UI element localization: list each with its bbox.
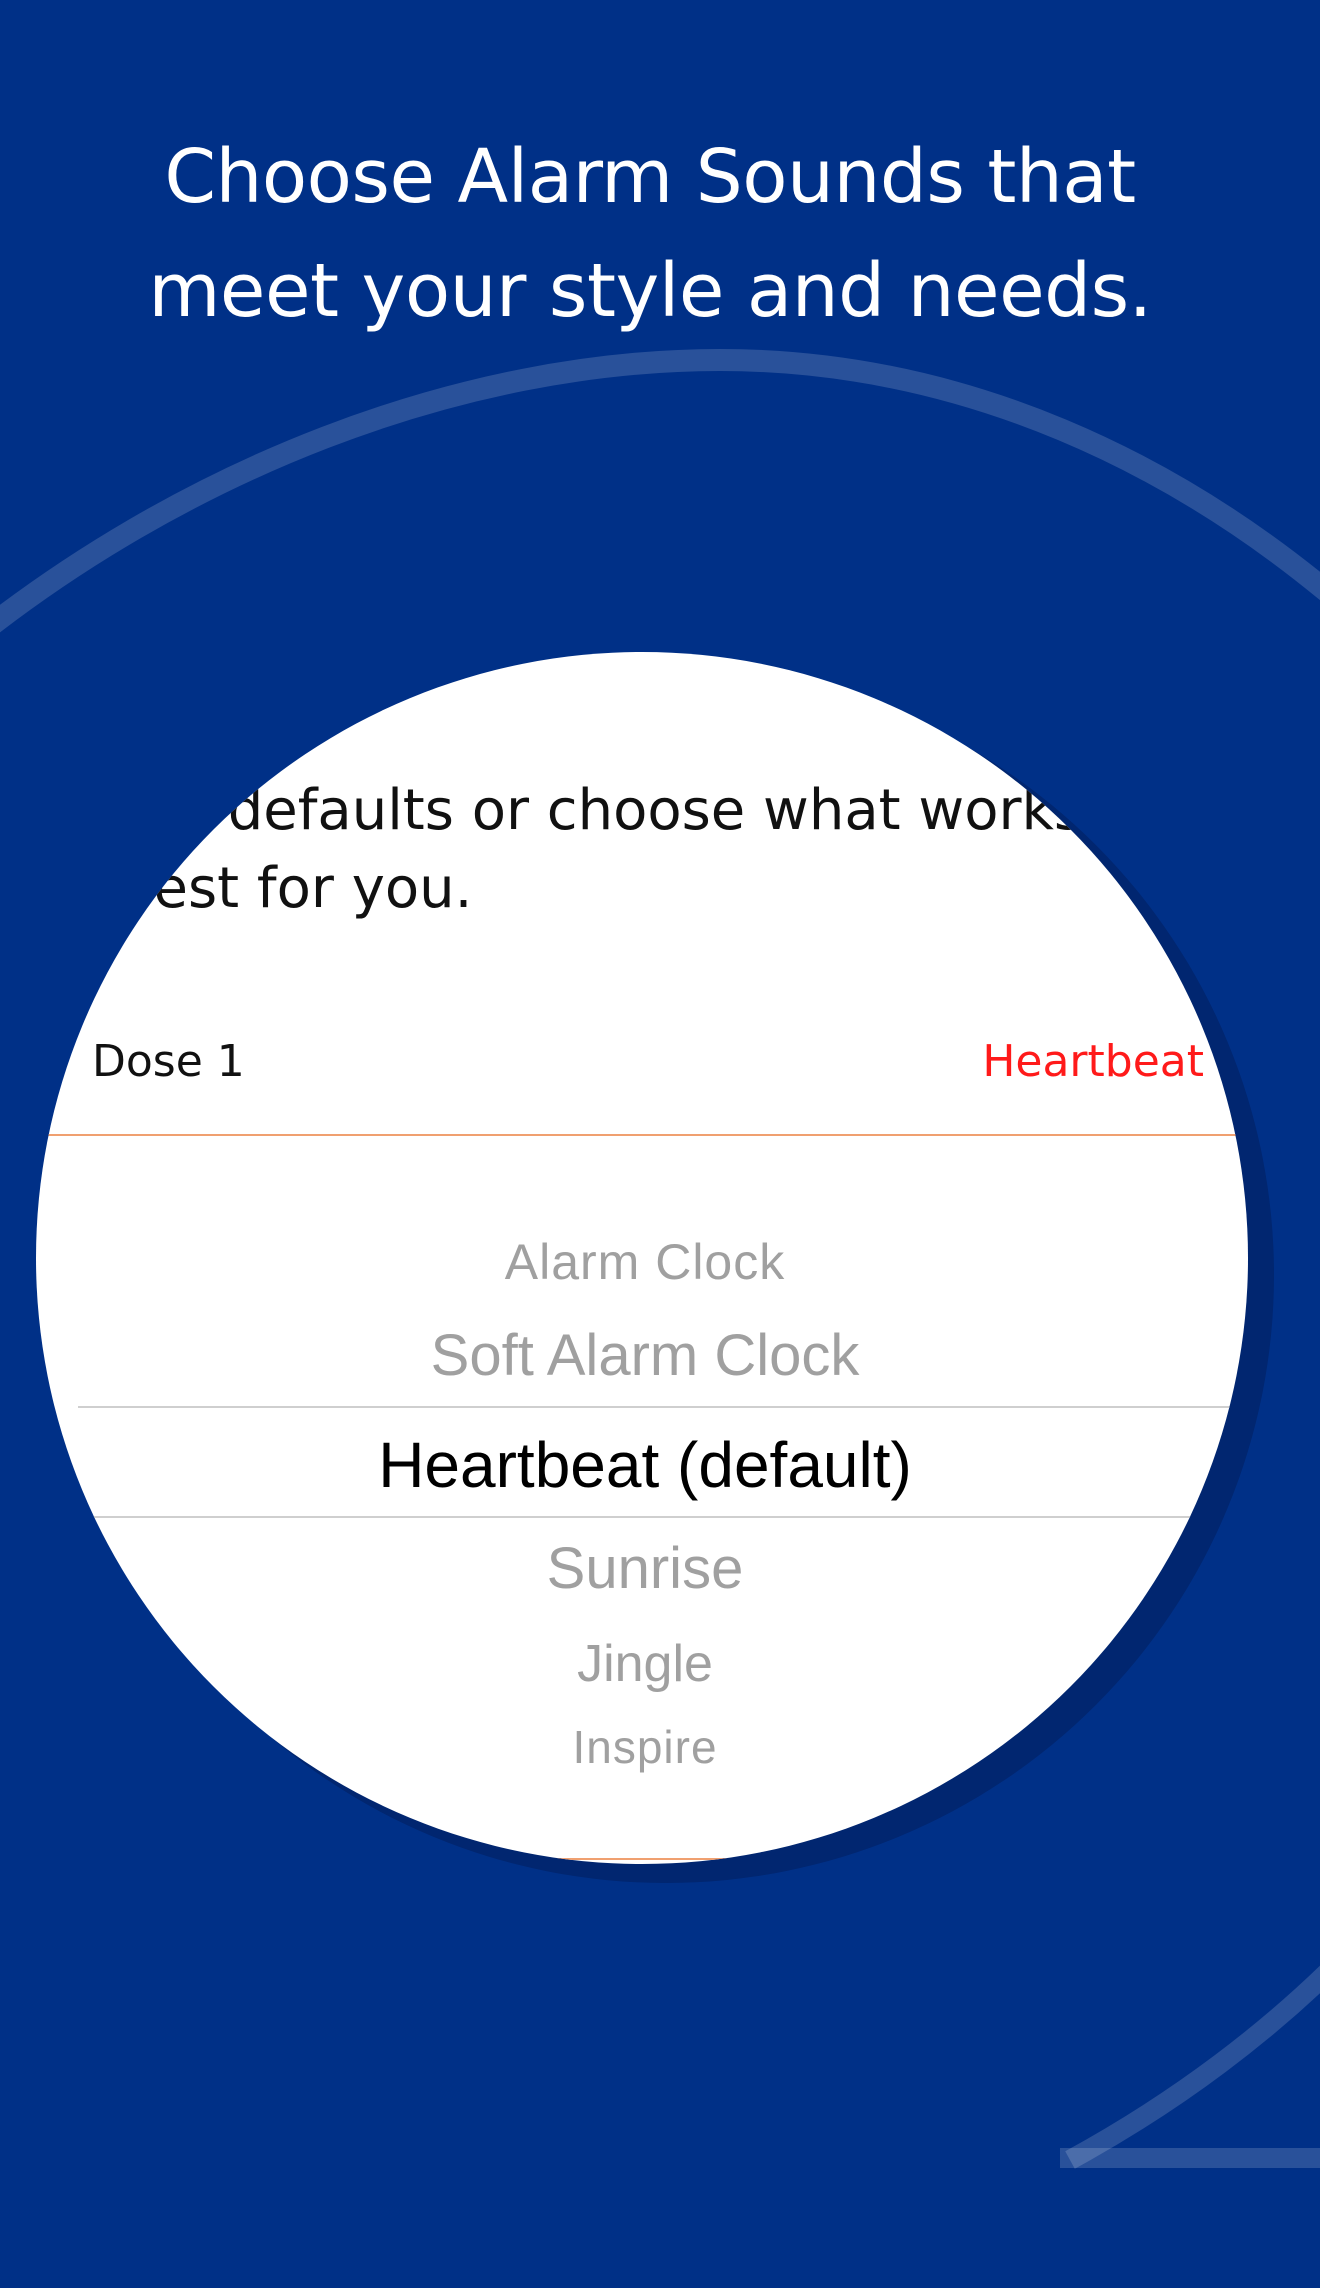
selected-sound-value[interactable]: Heartbeat bbox=[982, 1036, 1204, 1087]
picker-option[interactable]: Jingle bbox=[36, 1634, 1248, 1694]
headline-line-2: meet your style and needs. bbox=[148, 248, 1152, 334]
instructions-line-2: best for you. bbox=[118, 856, 473, 921]
dose-label: Dose 1 bbox=[92, 1036, 245, 1087]
instructions-text: the defaults or choose what works best f… bbox=[118, 772, 1118, 928]
picker-option[interactable]: Soft Alarm Clock bbox=[36, 1322, 1248, 1389]
magnifier-circle: the defaults or choose what works best f… bbox=[36, 652, 1248, 1864]
picker-selection-top-rule bbox=[78, 1406, 1248, 1408]
headline-line-1: Choose Alarm Sounds that bbox=[164, 134, 1136, 220]
picker-option[interactable]: Sunrise bbox=[36, 1535, 1248, 1602]
picker-option[interactable]: Alarm Clock bbox=[36, 1233, 1248, 1291]
picker-selection-bottom-rule bbox=[78, 1516, 1248, 1518]
promo-screen: Choose Alarm Sounds that meet your style… bbox=[0, 0, 1320, 2288]
picker-bottom-divider bbox=[36, 1858, 1248, 1860]
magnified-app-view: the defaults or choose what works best f… bbox=[36, 652, 1248, 1864]
picker-option-selected[interactable]: Heartbeat (default) bbox=[36, 1428, 1248, 1502]
instructions-line-1: the defaults or choose what works bbox=[118, 778, 1084, 843]
page-headline: Choose Alarm Sounds that meet your style… bbox=[60, 120, 1240, 348]
picker-option[interactable]: Inspire bbox=[36, 1720, 1248, 1774]
row-divider bbox=[36, 1134, 1248, 1136]
